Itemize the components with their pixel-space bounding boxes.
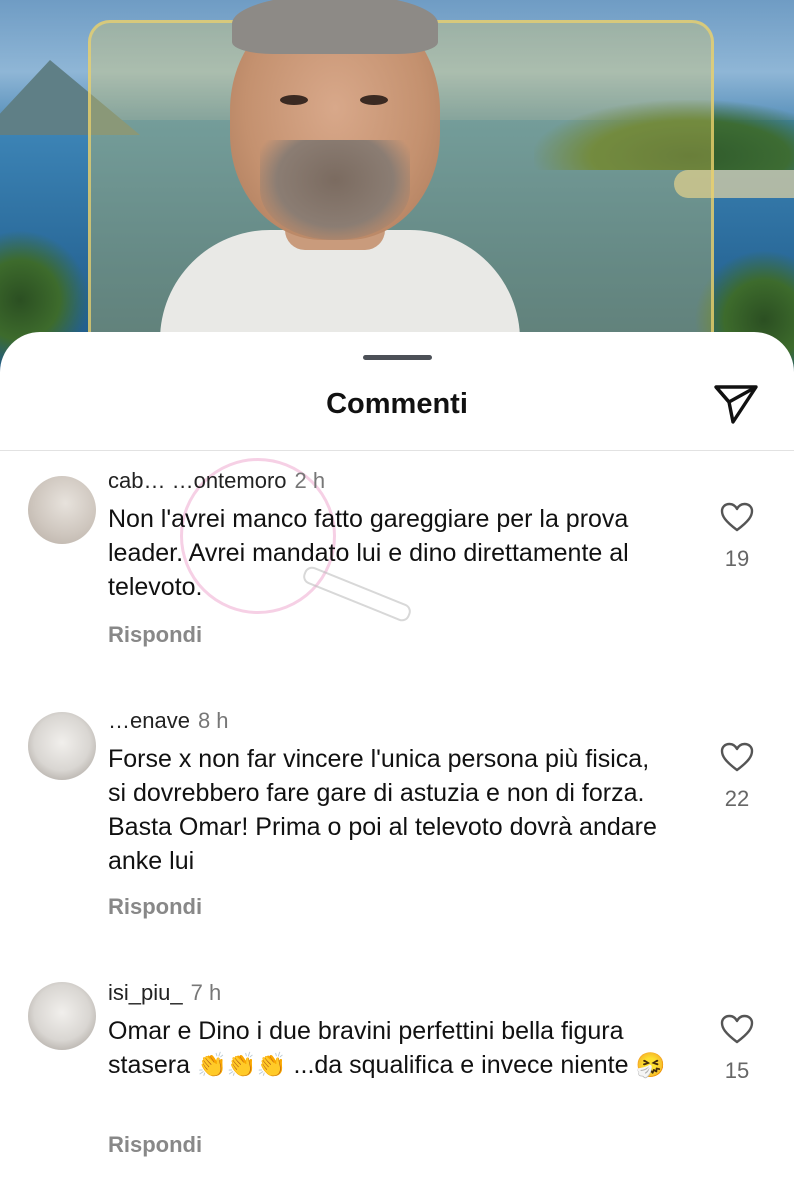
avatar[interactable]	[28, 476, 96, 544]
comment-meta: cab… …ontemoro 2 h	[108, 468, 325, 494]
sheet-title: Commenti	[326, 388, 468, 420]
avatar[interactable]	[28, 982, 96, 1050]
comment-time: 7 h	[190, 980, 222, 1005]
sneeze-emoji: 🤧	[635, 1052, 666, 1079]
like-count: 19	[724, 546, 750, 571]
person-beard	[260, 140, 410, 240]
comment-text-part: ...da squalifica e invece niente	[293, 1051, 629, 1079]
person-hair	[232, 0, 438, 54]
like-control: 15	[712, 1014, 762, 1084]
avatar[interactable]	[28, 712, 96, 780]
heart-outline-icon[interactable]	[720, 742, 754, 772]
reply-button[interactable]: Rispondi	[108, 622, 202, 648]
comment-username[interactable]: …enave	[108, 708, 190, 733]
comment-username[interactable]: isi_piu_	[108, 980, 183, 1005]
like-count: 22	[724, 786, 750, 811]
reply-button[interactable]: Rispondi	[108, 894, 202, 920]
person-eye-right	[360, 95, 388, 105]
divider	[0, 450, 794, 451]
comment-text: Forse x non far vincere l'unica persona …	[108, 745, 657, 875]
drag-handle[interactable]	[363, 355, 432, 360]
person-eye-left	[280, 95, 308, 105]
heart-outline-icon[interactable]	[720, 1014, 754, 1044]
heart-outline-icon[interactable]	[720, 502, 754, 532]
comment-meta: isi_piu_ 7 h	[108, 980, 221, 1006]
comment-text: Omar e Dino i due bravini perfettini bel…	[108, 1014, 673, 1082]
comment-time: 2 h	[294, 468, 326, 493]
reply-button[interactable]: Rispondi	[108, 1132, 202, 1158]
like-control: 22	[712, 742, 762, 812]
paper-plane-icon	[714, 385, 758, 424]
comment-text: Non l'avrei manco fatto gareggiare per l…	[108, 505, 629, 601]
person-photo	[160, 0, 520, 340]
like-control: 19	[712, 502, 762, 572]
like-count: 15	[724, 1058, 750, 1083]
clap-emoji: 👏👏👏	[196, 1052, 287, 1079]
comment-time: 8 h	[197, 708, 229, 733]
send-button[interactable]	[711, 380, 761, 428]
comment-meta: …enave 8 h	[108, 708, 229, 734]
comment-username[interactable]: cab… …ontemoro	[108, 468, 287, 493]
